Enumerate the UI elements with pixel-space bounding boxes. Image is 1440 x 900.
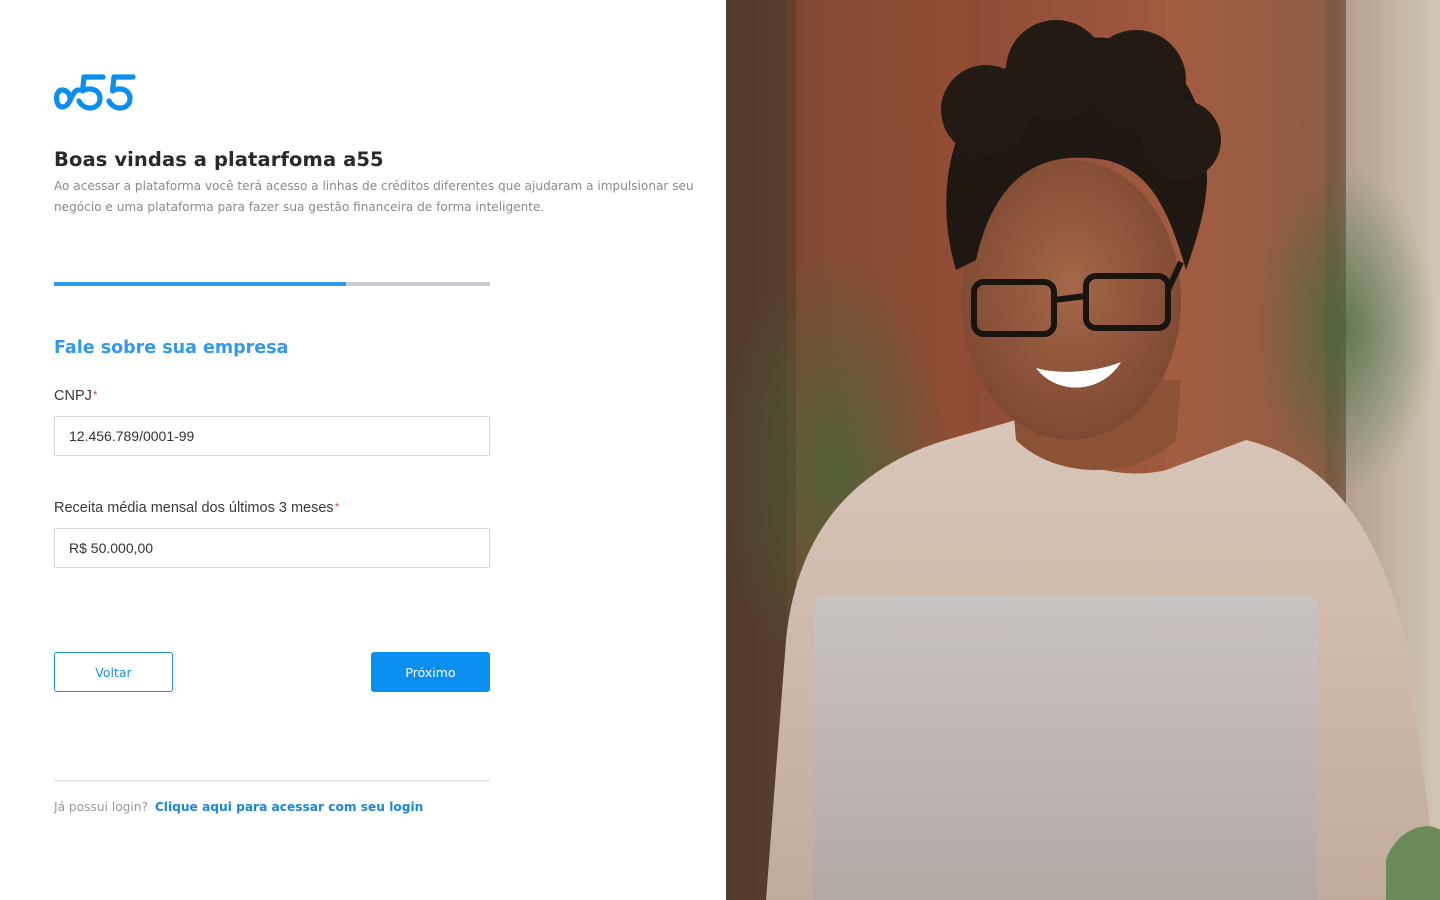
progress-bar — [54, 282, 490, 286]
divider — [54, 780, 490, 781]
revenue-input[interactable] — [55, 529, 489, 567]
signup-panel: Boas vindas a platarfoma a55 Ao acessar … — [0, 0, 726, 900]
revenue-label: Receita média mensal dos últimos 3 meses… — [54, 500, 339, 516]
next-button[interactable]: Próximo — [371, 652, 490, 692]
cnpj-label: CNPJ* — [54, 388, 98, 404]
required-mark: * — [92, 388, 98, 402]
login-prompt-text: Já possui login? — [54, 800, 148, 814]
cnpj-label-text: CNPJ — [54, 388, 92, 404]
login-prompt: Já possui login? Clique aqui para acessa… — [54, 800, 423, 814]
cnpj-input[interactable] — [55, 417, 489, 455]
back-button[interactable]: Voltar — [54, 652, 173, 692]
revenue-label-text: Receita média mensal dos últimos 3 meses — [54, 500, 334, 516]
hero-photo-illustration — [726, 0, 1440, 900]
required-mark: * — [334, 500, 340, 514]
a55-logo — [54, 74, 136, 111]
cnpj-field-wrapper — [54, 416, 490, 456]
welcome-title: Boas vindas a platarfoma a55 — [54, 148, 384, 171]
login-link[interactable]: Clique aqui para acessar com seu login — [155, 800, 424, 814]
hero-photo — [726, 0, 1440, 900]
welcome-description: Ao acessar a plataforma você terá acesso… — [54, 179, 694, 214]
section-title: Fale sobre sua empresa — [54, 338, 289, 358]
page: Boas vindas a platarfoma a55 Ao acessar … — [0, 0, 1440, 900]
progress-bar-fill — [54, 282, 347, 286]
revenue-field-wrapper — [54, 528, 490, 568]
